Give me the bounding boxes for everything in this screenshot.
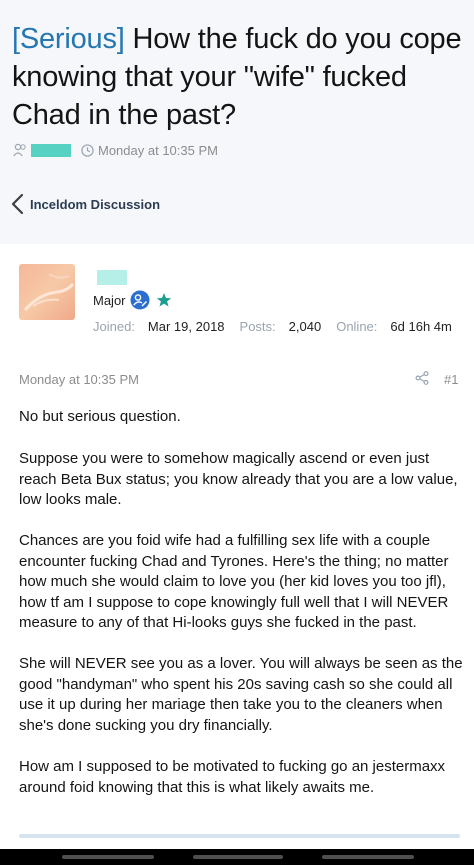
rank-badge-icon: [130, 290, 150, 310]
thread-date[interactable]: Monday at 10:35 PM: [98, 143, 218, 158]
joined-value: Mar 19, 2018: [147, 318, 225, 334]
thread-title: [Serious] How the fuck do you cope knowi…: [12, 20, 464, 134]
author-rank-row: Major: [93, 289, 172, 311]
post-paragraph: How am I supposed to be motivated to fuc…: [19, 758, 446, 796]
post-paragraph: Suppose you were to somehow magically as…: [19, 450, 458, 508]
online-label: Online:: [336, 318, 378, 334]
breadcrumb-label[interactable]: Inceldom Discussion: [30, 197, 160, 212]
breadcrumb[interactable]: Inceldom Discussion: [10, 192, 160, 216]
avatar-image: [19, 264, 75, 320]
nav-gesture-right[interactable]: [322, 855, 414, 859]
post-paragraph: No but serious question.: [19, 408, 181, 425]
nav-gesture-center[interactable]: [193, 855, 283, 859]
thread-header: [Serious] How the fuck do you cope knowi…: [0, 0, 474, 244]
censored-username[interactable]: [31, 143, 71, 157]
share-icon[interactable]: [415, 371, 429, 385]
joined-label: Joined:: [93, 318, 135, 334]
censored-author-name[interactable]: [97, 270, 127, 285]
thread-prefix[interactable]: [Serious]: [12, 23, 125, 55]
author-rank: Major: [93, 292, 126, 308]
user-icon: [13, 143, 26, 157]
author-stats: Joined: Mar 19, 2018 Posts: 2,040 Online…: [93, 318, 467, 334]
post-divider: [19, 834, 460, 838]
posts-value[interactable]: 2,040: [289, 319, 322, 334]
post-number[interactable]: #1: [444, 372, 458, 387]
chevron-left-icon: [11, 193, 24, 215]
thread-meta: Monday at 10:35 PM: [13, 141, 218, 159]
post-date[interactable]: Monday at 10:35 PM: [19, 372, 139, 387]
post-paragraph: Chances are you foid wife had a fulfilli…: [19, 532, 449, 631]
online-value: 6d 16h 4m: [390, 318, 452, 334]
posts-label: Posts:: [239, 318, 276, 334]
avatar[interactable]: [19, 264, 75, 320]
post-paragraph: She will NEVER see you as a lover. You w…: [19, 655, 463, 734]
star-icon: [156, 293, 171, 307]
nav-gesture-left[interactable]: [62, 855, 154, 859]
clock-icon: [81, 143, 94, 157]
